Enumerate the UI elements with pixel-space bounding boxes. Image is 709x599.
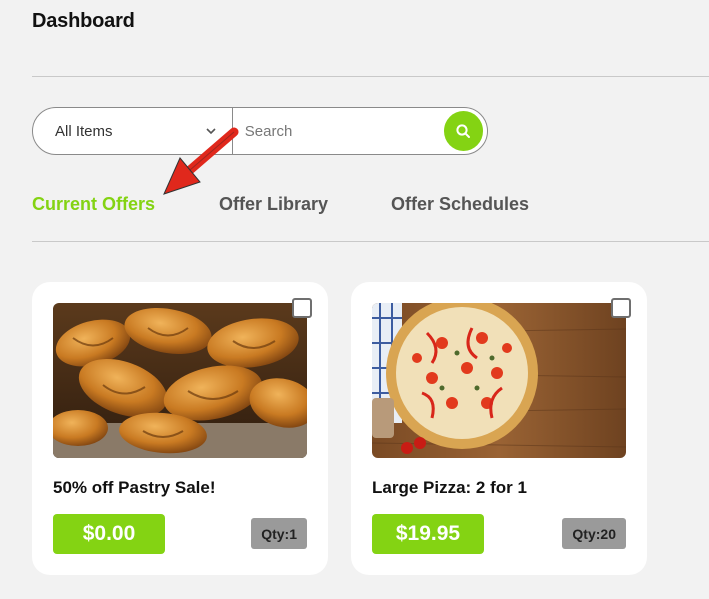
price-badge: $0.00 (53, 514, 165, 554)
croissants-photo (53, 303, 307, 458)
tab-current-offers[interactable]: Current Offers (32, 194, 155, 215)
tab-offer-library[interactable]: Offer Library (219, 194, 328, 215)
search-input[interactable] (232, 108, 444, 154)
offer-card[interactable]: Large Pizza: 2 for 1 $19.95 Qty:20 (351, 282, 647, 575)
select-checkbox[interactable] (611, 298, 631, 318)
tabs-divider (32, 241, 709, 242)
header-divider (32, 76, 709, 77)
category-filter-value: All Items (55, 122, 113, 140)
chevron-down-icon (206, 128, 216, 135)
quantity-badge: Qty:1 (251, 518, 307, 549)
pizza-photo (372, 303, 626, 458)
quantity-badge: Qty:20 (562, 518, 626, 549)
category-filter-select[interactable]: All Items (33, 108, 233, 154)
page-title: Dashboard (32, 10, 135, 32)
search-bar: All Items (32, 107, 488, 155)
offer-card[interactable]: 50% off Pastry Sale! $0.00 Qty:1 (32, 282, 328, 575)
price-badge: $19.95 (372, 514, 484, 554)
select-checkbox[interactable] (292, 298, 312, 318)
offer-title: 50% off Pastry Sale! (53, 478, 216, 497)
offer-title: Large Pizza: 2 for 1 (372, 478, 527, 497)
search-icon (456, 124, 471, 138)
tab-offer-schedules[interactable]: Offer Schedules (391, 194, 529, 215)
search-button[interactable] (443, 111, 483, 151)
